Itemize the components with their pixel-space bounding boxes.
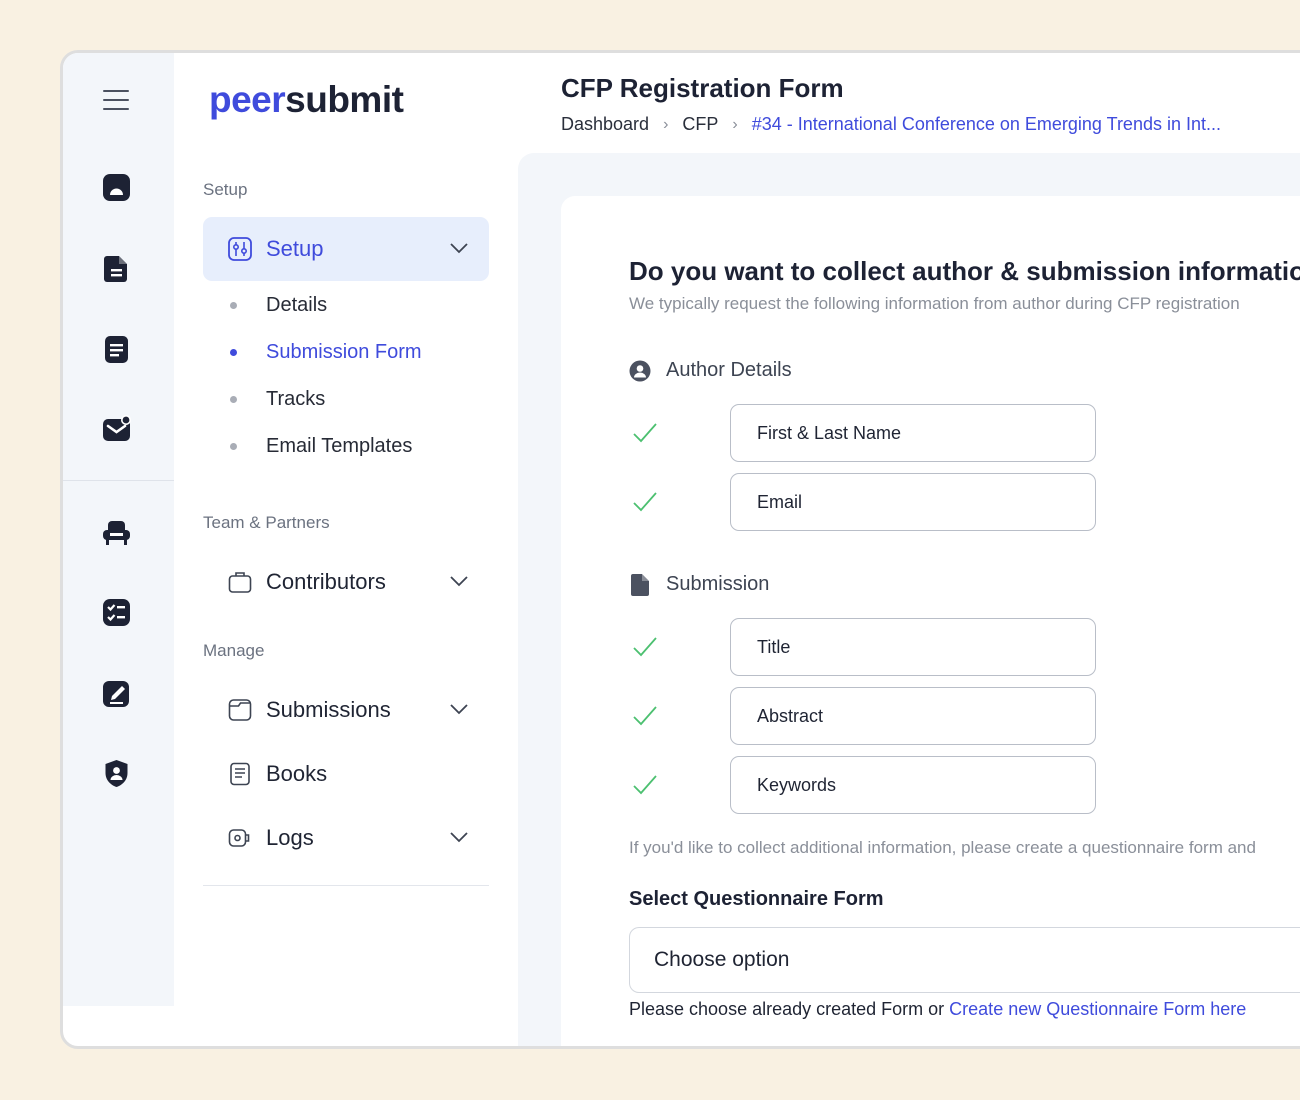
shield-user-icon[interactable] (102, 759, 131, 788)
form-card: Do you want to collect author & submissi… (561, 196, 1300, 1046)
file-icon (629, 573, 651, 596)
nav-item-logs-label: Logs (266, 825, 314, 850)
main-area: Do you want to collect author & submissi… (518, 153, 1300, 1046)
author-details-heading: Author Details (629, 359, 792, 382)
nav-item-submissions[interactable]: Submissions (228, 694, 468, 726)
nav-item-contributors-label: Contributors (266, 569, 386, 594)
page-title: CFP Registration Form (561, 73, 844, 103)
sub-item-details[interactable]: Details (230, 294, 327, 317)
submission-label: Submission (666, 573, 770, 595)
questionnaire-select[interactable]: Choose option (629, 927, 1300, 993)
nav-item-setup[interactable]: Setup (228, 233, 468, 265)
chevron-down-icon[interactable] (449, 574, 469, 588)
nav-item-contributors[interactable]: Contributors (228, 566, 468, 598)
checklist-icon[interactable] (102, 598, 131, 627)
bullet-dot (230, 349, 237, 356)
mail-notification-icon[interactable] (102, 415, 131, 444)
book-icon (230, 762, 250, 786)
document-icon[interactable] (102, 254, 131, 283)
nav-item-setup-label: Setup (266, 236, 324, 261)
help-text: Please choose already created Form or (629, 999, 950, 1019)
nav-item-books[interactable]: Books (228, 758, 327, 790)
select-questionnaire-label: Select Questionnaire Form (629, 888, 884, 910)
chevron-down-icon[interactable] (449, 241, 469, 255)
folder-icon (228, 699, 252, 721)
section-label-setup: Setup (203, 180, 248, 199)
question-subtitle: We typically request the following infor… (629, 294, 1240, 313)
armchair-icon[interactable] (102, 518, 131, 547)
select-help-text: Please choose already created Form or Cr… (629, 999, 1246, 1020)
chevron-right-icon: › (663, 115, 669, 133)
nav-item-books-label: Books (266, 761, 328, 786)
field-first-last-name[interactable]: First & Last Name (730, 404, 1096, 462)
sub-item-label: Submission Form (266, 341, 422, 363)
sub-item-label: Tracks (266, 388, 326, 410)
edit-icon[interactable] (102, 679, 131, 708)
settings-sliders-icon (228, 237, 252, 261)
sub-item-tracks[interactable]: Tracks (230, 388, 325, 411)
chevron-down-icon[interactable] (449, 702, 469, 716)
additional-info-note: If you'd like to collect additional info… (629, 838, 1256, 857)
author-details-label: Author Details (666, 359, 792, 381)
page-header: CFP Registration Form Dashboard › CFP › … (561, 73, 1221, 135)
app-window: peersubmit Setup Setup Details Submissio… (60, 50, 1300, 1049)
question-title: Do you want to collect author & submissi… (629, 256, 1300, 286)
logs-icon (228, 829, 250, 847)
briefcase-icon (228, 572, 252, 593)
field-keywords[interactable]: Keywords (730, 756, 1096, 814)
breadcrumb-dashboard[interactable]: Dashboard (561, 114, 649, 135)
sidebar-divider (203, 885, 489, 886)
rail-divider (63, 480, 174, 481)
chevron-right-icon: › (732, 115, 738, 133)
icon-rail (63, 53, 174, 1006)
submission-heading: Submission (629, 573, 769, 596)
bullet-dot (230, 443, 237, 450)
create-questionnaire-link[interactable]: Create new Questionnaire Form here (949, 999, 1246, 1019)
field-email[interactable]: Email (730, 473, 1096, 531)
breadcrumb-current[interactable]: #34 - International Conference on Emergi… (752, 114, 1221, 135)
sub-item-label: Details (266, 294, 328, 316)
field-abstract[interactable]: Abstract (730, 687, 1096, 745)
sub-item-submission-form[interactable]: Submission Form (230, 341, 422, 364)
section-label-manage: Manage (203, 641, 265, 660)
note-icon[interactable] (102, 335, 131, 364)
breadcrumb: Dashboard › CFP › #34 - International Co… (561, 114, 1221, 135)
check-icon (633, 706, 657, 726)
user-circle-icon (629, 360, 651, 382)
check-icon (633, 423, 657, 443)
nav-item-submissions-label: Submissions (266, 697, 391, 722)
menu-icon[interactable] (103, 90, 129, 110)
section-label-team: Team & Partners (203, 513, 330, 532)
check-icon (633, 637, 657, 657)
breadcrumb-cfp[interactable]: CFP (682, 114, 718, 135)
bullet-dot (230, 302, 237, 309)
nav-item-logs[interactable]: Logs (228, 822, 468, 854)
sub-item-label: Email Templates (266, 435, 413, 457)
field-title[interactable]: Title (730, 618, 1096, 676)
bullet-dot (230, 396, 237, 403)
sub-item-email-templates[interactable]: Email Templates (230, 435, 412, 458)
presentation-icon[interactable] (102, 173, 131, 202)
brand-logo[interactable]: peersubmit (209, 79, 404, 121)
sidebar: peersubmit Setup Setup Details Submissio… (174, 53, 519, 1006)
chevron-down-icon[interactable] (449, 830, 469, 844)
check-icon (633, 492, 657, 512)
check-icon (633, 775, 657, 795)
